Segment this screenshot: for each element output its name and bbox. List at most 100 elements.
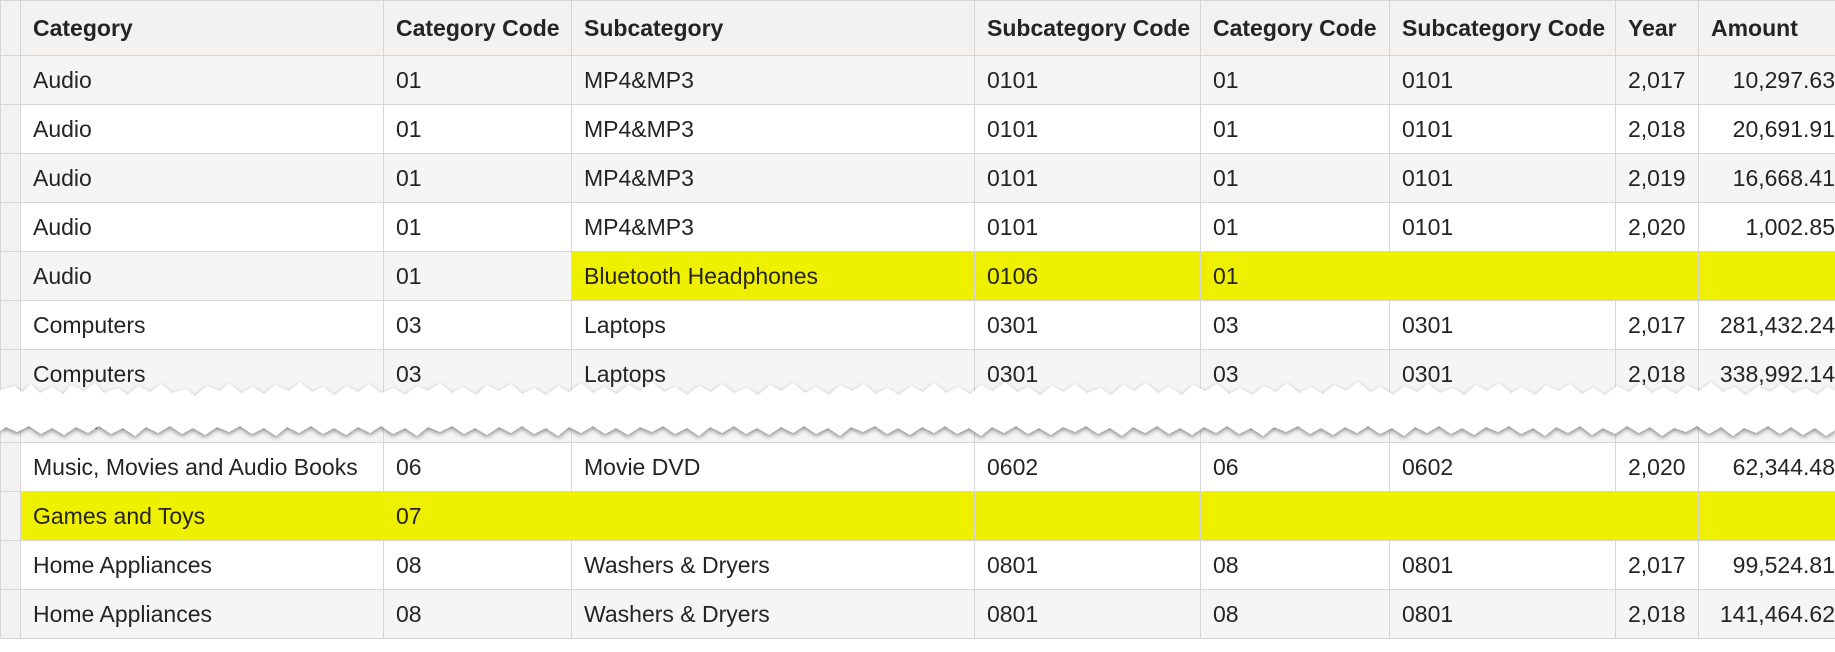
cell-subcategory-code-2[interactable]: 0801 bbox=[1389, 540, 1616, 590]
cell-subcategory-code-2[interactable]: 0801 bbox=[1389, 589, 1616, 639]
cell-subcategory[interactable]: MP4&MP3 bbox=[571, 104, 975, 154]
cell-category-code[interactable]: 07 bbox=[383, 491, 572, 541]
cell-category-code-2[interactable]: 08 bbox=[1200, 589, 1390, 639]
table-row[interactable]: Audio 01 MP4&MP3 0101 01 0101 2,020 1,002.85 bbox=[0, 202, 1835, 252]
row-selector[interactable] bbox=[0, 491, 21, 541]
row-selector-header[interactable] bbox=[0, 0, 21, 56]
cell-year[interactable]: 2,020 bbox=[1615, 202, 1699, 252]
cell-amount[interactable] bbox=[1698, 251, 1835, 301]
cell-category-code[interactable]: 01 bbox=[383, 251, 572, 301]
cell-year[interactable] bbox=[1615, 491, 1699, 541]
cell-amount[interactable]: 10,297.63 bbox=[1698, 55, 1835, 105]
table-row[interactable]: Audio 01 MP4&MP3 0101 01 0101 2,019 16,668.41 bbox=[0, 153, 1835, 203]
cell-subcategory[interactable] bbox=[571, 491, 975, 541]
cell-subcategory[interactable]: MP4&MP3 bbox=[571, 153, 975, 203]
cell-subcategory-code-2[interactable]: 0101 bbox=[1389, 55, 1616, 105]
table-row[interactable]: Computers 03 Laptops 0301 03 0301 2,017 281,432… bbox=[0, 300, 1835, 350]
cell-category-code[interactable]: 08 bbox=[383, 540, 572, 590]
cell-subcategory[interactable]: MP4&MP3 bbox=[571, 55, 975, 105]
cell-category[interactable]: Computers bbox=[20, 300, 384, 350]
cell-subcategory-code[interactable]: 0101 bbox=[974, 55, 1201, 105]
row-selector[interactable] bbox=[0, 589, 21, 639]
row-selector[interactable] bbox=[0, 202, 21, 252]
cell-category[interactable]: Games and Toys bbox=[20, 491, 384, 541]
cell-category-code-2[interactable]: 01 bbox=[1200, 153, 1390, 203]
cell-year[interactable]: 2,017 bbox=[1615, 55, 1699, 105]
cell-year[interactable]: 2,018 bbox=[1615, 104, 1699, 154]
cell-category-code[interactable]: 08 bbox=[383, 589, 572, 639]
cell-category-code[interactable]: 01 bbox=[383, 202, 572, 252]
cell-subcategory[interactable]: Washers & Dryers bbox=[571, 589, 975, 639]
column-header-category-code-2[interactable]: Category Code bbox=[1200, 0, 1390, 56]
cell-category[interactable]: Home Appliances bbox=[20, 540, 384, 590]
table-row[interactable]: Audio 01 MP4&MP3 0101 01 0101 2,017 10,297.63 bbox=[0, 55, 1835, 105]
cell-subcategory-code[interactable]: 0101 bbox=[974, 104, 1201, 154]
cell-subcategory-code-2[interactable]: 0101 bbox=[1389, 202, 1616, 252]
cell-category[interactable]: Audio bbox=[20, 202, 384, 252]
column-header-subcategory-code-2[interactable]: Subcategory Code bbox=[1389, 0, 1616, 56]
cell-subcategory-code[interactable]: 0801 bbox=[974, 589, 1201, 639]
row-selector[interactable] bbox=[0, 104, 21, 154]
cell-category[interactable]: Audio bbox=[20, 104, 384, 154]
cell-subcategory[interactable]: Bluetooth Headphones bbox=[571, 251, 975, 301]
cell-category-code-2[interactable]: 01 bbox=[1200, 55, 1390, 105]
column-header-amount[interactable]: Amount bbox=[1698, 0, 1835, 56]
cell-category[interactable]: Home Appliances bbox=[20, 589, 384, 639]
row-selector[interactable] bbox=[0, 153, 21, 203]
cell-category-code-2[interactable] bbox=[1200, 491, 1390, 541]
cell-subcategory[interactable]: Laptops bbox=[571, 300, 975, 350]
cell-amount[interactable]: 99,524.81 bbox=[1698, 540, 1835, 590]
cell-subcategory-code[interactable]: 0101 bbox=[974, 202, 1201, 252]
table-row[interactable]: Audio 01 Bluetooth Headphones 0106 01 bbox=[0, 251, 1835, 301]
cell-subcategory[interactable]: Washers & Dryers bbox=[571, 540, 975, 590]
column-header-subcategory[interactable]: Subcategory bbox=[571, 0, 975, 56]
cell-category-code[interactable]: 01 bbox=[383, 55, 572, 105]
row-selector[interactable] bbox=[0, 251, 21, 301]
row-selector[interactable] bbox=[0, 540, 21, 590]
column-header-subcategory-code[interactable]: Subcategory Code bbox=[974, 0, 1201, 56]
cell-category-code-2[interactable]: 03 bbox=[1200, 300, 1390, 350]
cell-year[interactable]: 2,017 bbox=[1615, 300, 1699, 350]
column-header-year[interactable]: Year bbox=[1615, 0, 1699, 56]
cell-category[interactable]: Audio bbox=[20, 153, 384, 203]
cell-category-code-2[interactable]: 01 bbox=[1200, 202, 1390, 252]
cell-amount[interactable]: 16,668.41 bbox=[1698, 153, 1835, 203]
cell-year[interactable] bbox=[1615, 251, 1699, 301]
cell-subcategory[interactable]: MP4&MP3 bbox=[571, 202, 975, 252]
cell-year[interactable]: 2,017 bbox=[1615, 540, 1699, 590]
cell-amount[interactable]: 281,432.24 bbox=[1698, 300, 1835, 350]
cell-subcategory-code[interactable]: 0101 bbox=[974, 153, 1201, 203]
table-row[interactable]: Home Appliances 08 Washers & Dryers 0801 08 0… bbox=[0, 589, 1835, 639]
cell-category-code[interactable]: 03 bbox=[383, 300, 572, 350]
cell-subcategory-code-2[interactable] bbox=[1389, 251, 1616, 301]
cell-subcategory-code-2[interactable]: 0101 bbox=[1389, 153, 1616, 203]
row-selector[interactable] bbox=[0, 55, 21, 105]
cell-year[interactable]: 2,018 bbox=[1615, 589, 1699, 639]
cell-subcategory-code[interactable]: 0801 bbox=[974, 540, 1201, 590]
cell-category[interactable]: Audio bbox=[20, 251, 384, 301]
cell-year[interactable]: 2,019 bbox=[1615, 153, 1699, 203]
cell-subcategory-code-2[interactable] bbox=[1389, 491, 1616, 541]
cell-amount[interactable]: 20,691.91 bbox=[1698, 104, 1835, 154]
column-header-category-code[interactable]: Category Code bbox=[383, 0, 572, 56]
cell-category-code-2[interactable]: 08 bbox=[1200, 540, 1390, 590]
cell-category-code-2[interactable]: 01 bbox=[1200, 104, 1390, 154]
cell-amount[interactable] bbox=[1698, 491, 1835, 541]
table-row[interactable]: Home Appliances 08 Washers & Dryers 0801 08 0… bbox=[0, 540, 1835, 590]
header-row: Category Category Code Subcategory Subca… bbox=[0, 0, 1835, 56]
cell-subcategory-code[interactable]: 0106 bbox=[974, 251, 1201, 301]
table-row[interactable]: Games and Toys 07 bbox=[0, 491, 1835, 541]
cell-subcategory-code[interactable] bbox=[974, 491, 1201, 541]
cell-amount[interactable]: 141,464.62 bbox=[1698, 589, 1835, 639]
row-selector[interactable] bbox=[0, 300, 21, 350]
cell-category-code-2[interactable]: 01 bbox=[1200, 251, 1390, 301]
cell-subcategory-code[interactable]: 0301 bbox=[974, 300, 1201, 350]
cell-subcategory-code-2[interactable]: 0101 bbox=[1389, 104, 1616, 154]
cell-category-code[interactable]: 01 bbox=[383, 153, 572, 203]
table-row[interactable]: Audio 01 MP4&MP3 0101 01 0101 2,018 20,691.91 bbox=[0, 104, 1835, 154]
cell-subcategory-code-2[interactable]: 0301 bbox=[1389, 300, 1616, 350]
cell-category[interactable]: Audio bbox=[20, 55, 384, 105]
cell-category-code[interactable]: 01 bbox=[383, 104, 572, 154]
column-header-category[interactable]: Category bbox=[20, 0, 384, 56]
cell-amount[interactable]: 1,002.85 bbox=[1698, 202, 1835, 252]
